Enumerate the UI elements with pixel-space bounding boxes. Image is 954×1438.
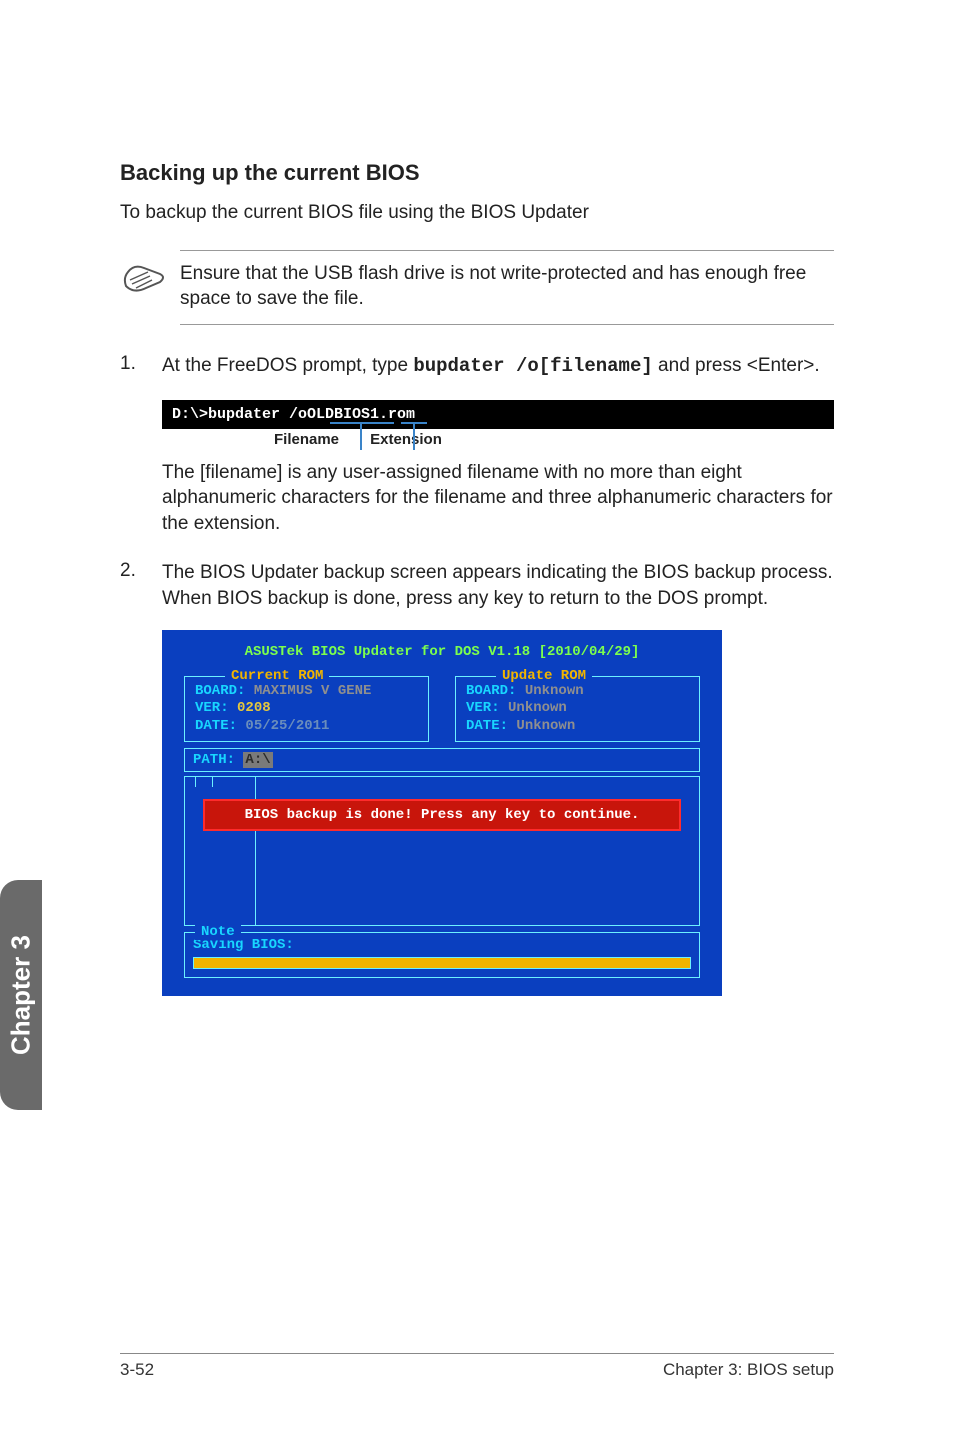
step-1-number: 1. <box>120 353 162 380</box>
step-2: 2. The BIOS Updater backup screen appear… <box>120 560 834 611</box>
cur-ver-label: VER: <box>195 700 229 716</box>
backup-done-banner: BIOS backup is done! Press any key to co… <box>203 799 681 831</box>
update-rom-box: Update ROM BOARD: Unknown VER: Unknown D… <box>455 676 700 743</box>
upd-date-val: Unknown <box>516 718 575 734</box>
current-rom-box: Current ROM BOARD: MAXIMUS V GENE VER: 0… <box>184 676 429 743</box>
leader-filename <box>360 424 362 450</box>
step-1-pre: At the FreeDOS prompt, type <box>162 355 413 376</box>
update-rom-legend: Update ROM <box>496 668 592 686</box>
note-hand-icon <box>120 250 180 296</box>
label-extension: Extension <box>370 431 442 448</box>
footer-title: Chapter 3: BIOS setup <box>663 1360 834 1380</box>
path-value: A:\ <box>243 752 272 768</box>
note-text: Ensure that the USB flash drive is not w… <box>180 250 834 325</box>
section-heading: Backing up the current BIOS <box>120 160 834 186</box>
upd-date-label: DATE: <box>466 718 508 734</box>
step-1-subpara: The [filename] is any user-assigned file… <box>162 460 834 537</box>
step-1-post: and press <Enter>. <box>653 355 820 376</box>
label-filename: Filename <box>274 431 366 448</box>
command-text: D:\>bupdater /oOLDBIOS1.rom <box>172 406 415 423</box>
leader-extension <box>413 424 415 450</box>
path-label: PATH: <box>193 752 235 768</box>
path-row: PATH: A:\ <box>184 748 700 772</box>
current-rom-legend: Current ROM <box>225 668 329 686</box>
updater-title: ASUSTek BIOS Updater for DOS V1.18 [2010… <box>178 644 706 660</box>
note-frame: Note Saving BIOS: <box>184 932 700 978</box>
note-legend: Note <box>195 924 241 940</box>
bios-updater-screenshot: ASUSTek BIOS Updater for DOS V1.18 [2010… <box>162 630 722 997</box>
intro-text: To backup the current BIOS file using th… <box>120 200 834 226</box>
progress-bar <box>193 957 691 969</box>
saving-label: Saving BIOS: <box>193 937 691 953</box>
upd-ver-val: Unknown <box>508 700 567 716</box>
chapter-tab: Chapter 3 <box>0 880 42 1110</box>
page-footer: 3-52 Chapter 3: BIOS setup <box>120 1353 834 1380</box>
upd-ver-label: VER: <box>466 700 500 716</box>
step-2-number: 2. <box>120 560 162 611</box>
cur-ver-val: 0208 <box>237 700 271 716</box>
cur-date-val: 05/25/2011 <box>245 718 329 734</box>
cmd-labels: Filename Extension <box>162 431 834 448</box>
note-block: Ensure that the USB flash drive is not w… <box>120 250 834 325</box>
tick-marks <box>195 777 213 787</box>
step-1: 1. At the FreeDOS prompt, type bupdater … <box>120 353 834 380</box>
step-1-text: At the FreeDOS prompt, type bupdater /o[… <box>162 353 834 380</box>
command-box: D:\>bupdater /oOLDBIOS1.rom <box>162 400 834 429</box>
cur-date-label: DATE: <box>195 718 237 734</box>
center-panel: BIOS backup is done! Press any key to co… <box>184 776 700 926</box>
underline-filename <box>330 422 394 424</box>
page-number: 3-52 <box>120 1360 154 1380</box>
step-2-text: The BIOS Updater backup screen appears i… <box>162 560 834 611</box>
step-1-cmd: bupdater /o[filename] <box>413 355 652 377</box>
